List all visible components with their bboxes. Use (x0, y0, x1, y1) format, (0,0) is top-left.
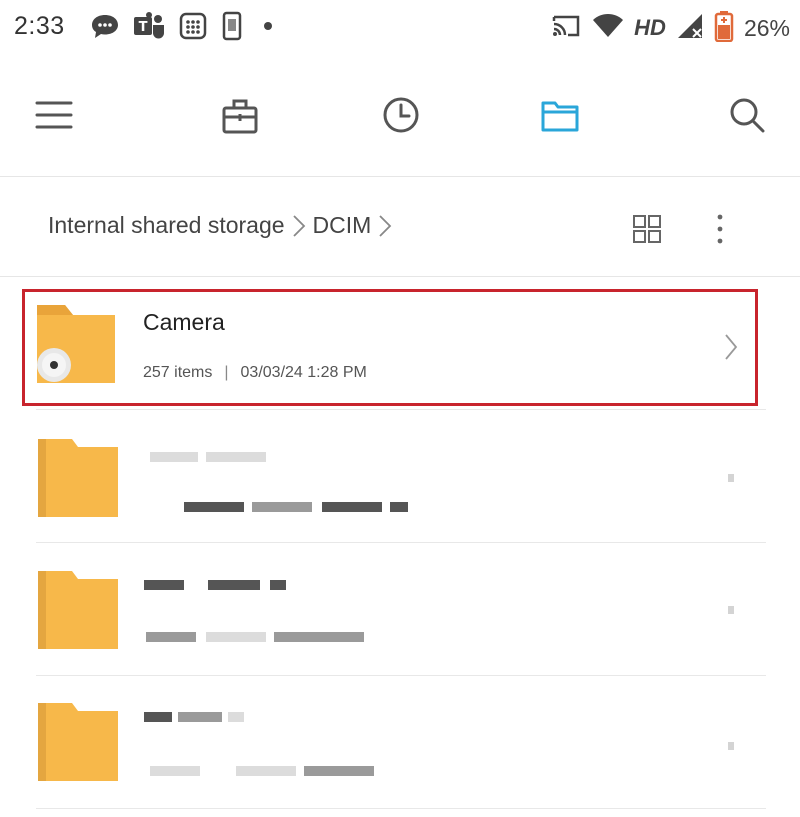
redacted-text (270, 580, 286, 590)
breadcrumb-internal-storage[interactable]: Internal shared storage (48, 212, 285, 239)
redacted-text (252, 502, 312, 512)
network-type-label: HD (634, 15, 666, 40)
folder-name: Camera (143, 309, 225, 335)
more-options-button[interactable] (700, 204, 740, 254)
breadcrumb: Internal shared storage DCIM (48, 212, 399, 239)
teams-icon: T (132, 11, 166, 46)
breadcrumb-dcim[interactable]: DCIM (313, 212, 372, 239)
redacted-text (144, 580, 184, 590)
grid-view-icon (633, 215, 661, 243)
folder-item[interactable] (22, 430, 758, 526)
folder-icon (32, 435, 120, 522)
redacted-text (144, 712, 172, 722)
meta-separator: | (224, 364, 229, 381)
redacted-text (146, 632, 196, 642)
redacted-text (206, 452, 266, 462)
camera-folder-icon (35, 303, 117, 390)
row-divider (36, 808, 766, 809)
redacted-text (178, 712, 222, 722)
redacted-text (322, 502, 382, 512)
row-divider (36, 542, 766, 543)
search-icon (730, 98, 765, 133)
redacted-text (206, 632, 266, 642)
calculator-icon (178, 11, 208, 46)
recent-icon (383, 97, 419, 133)
toolbox-button[interactable] (215, 90, 265, 140)
chevron-right-icon (377, 213, 393, 239)
folder-icon (32, 567, 120, 654)
path-bar: Internal shared storage DCIM (0, 190, 800, 266)
menu-icon (35, 101, 73, 129)
redacted-mark (728, 742, 734, 750)
row-divider (36, 409, 766, 410)
toolbox-icon (222, 99, 258, 134)
folder-item-count: 257 items (143, 364, 213, 381)
row-divider (36, 675, 766, 676)
wifi-icon (592, 13, 624, 44)
folder-icon (32, 699, 120, 786)
battery-icon (714, 10, 734, 47)
redacted-text (150, 766, 200, 776)
files-button[interactable] (535, 90, 585, 140)
more-vertical-icon (717, 214, 723, 244)
phone-icon (220, 11, 244, 46)
redacted-text (236, 766, 296, 776)
notification-icons: T (90, 11, 280, 46)
recent-button[interactable] (376, 90, 426, 140)
status-time: 2:33 (14, 12, 65, 40)
folder-item-camera[interactable]: Camera 257 items | 03/03/24 1:28 PM (22, 289, 758, 406)
folder-meta: 257 items | 03/03/24 1:28 PM (143, 364, 367, 382)
folder-item[interactable] (22, 694, 758, 794)
breadcrumb-divider (0, 276, 800, 277)
menu-button[interactable] (29, 90, 79, 140)
signal-icon (676, 12, 704, 45)
redacted-text (304, 766, 374, 776)
status-bar: 2:33 T HD 26% (0, 0, 800, 56)
battery-percent: 26% (743, 14, 790, 41)
chat-icon (90, 12, 120, 45)
chevron-right-icon (723, 332, 739, 367)
chevron-right-icon (291, 213, 307, 239)
dot-icon (256, 11, 280, 46)
folder-item[interactable] (22, 562, 758, 658)
redacted-mark (728, 474, 734, 482)
redacted-text (228, 712, 244, 722)
redacted-text (390, 502, 408, 512)
search-button[interactable] (722, 90, 772, 140)
cast-icon (550, 12, 582, 45)
redacted-text (208, 580, 260, 590)
header-divider (0, 176, 800, 177)
folder-modified-date: 03/03/24 1:28 PM (240, 364, 367, 381)
grid-view-button[interactable] (622, 204, 672, 254)
top-navigation (0, 70, 800, 162)
redacted-text (274, 632, 364, 642)
folder-icon (541, 101, 579, 132)
svg-text:T: T (139, 20, 148, 35)
redacted-text (150, 452, 198, 462)
redacted-mark (728, 606, 734, 614)
redacted-text (184, 502, 244, 512)
system-status-icons: HD 26% (550, 10, 790, 47)
